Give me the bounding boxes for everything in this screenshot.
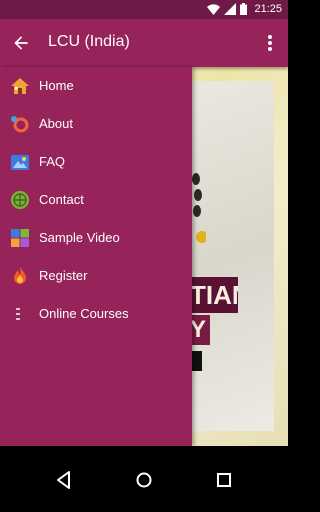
drawer-item-online-courses[interactable]: Online Courses [0, 295, 192, 333]
system-nav-bar [0, 446, 288, 512]
poster-frame [188, 81, 274, 431]
list-icon [16, 308, 20, 320]
home-icon [11, 78, 29, 94]
drawer-item-faq[interactable]: FAQ [0, 143, 192, 181]
status-time: 21:25 [254, 3, 282, 15]
app-bar: LCU (India) [0, 19, 288, 67]
fire-icon [14, 267, 26, 284]
poster-banner-2: Y [190, 315, 210, 345]
arrow-back-icon[interactable] [10, 33, 32, 53]
faq-icon [11, 155, 29, 170]
status-icons: 21:25 [207, 3, 282, 15]
drawer-item-label: Contact [39, 192, 84, 207]
signal-icon [224, 3, 237, 15]
drawer-item-label: Online Courses [39, 306, 129, 321]
drawer-item-about[interactable]: About [0, 105, 192, 143]
more-vert-icon[interactable] [262, 33, 278, 53]
navigation-drawer: Home About FAQ Contact Sample Video Regi… [0, 67, 192, 446]
back-nav-icon[interactable] [52, 468, 76, 492]
about-icon [11, 116, 29, 133]
wifi-icon [207, 3, 221, 15]
video-icon [11, 229, 29, 247]
drawer-item-sample-video[interactable]: Sample Video [0, 219, 192, 257]
app-title: LCU (India) [48, 33, 130, 50]
home-nav-icon[interactable] [132, 468, 156, 492]
contact-icon [11, 191, 29, 209]
drawer-item-label: Sample Video [39, 230, 120, 245]
poster-banner: TIAN [190, 277, 238, 313]
drawer-item-label: About [39, 116, 73, 131]
recents-nav-icon[interactable] [212, 468, 236, 492]
drawer-item-label: Register [39, 268, 88, 283]
drawer-item-label: Home [39, 78, 74, 93]
laurel-icon [192, 173, 206, 243]
drawer-item-home[interactable]: Home [0, 67, 192, 105]
status-bar: 21:25 [0, 0, 288, 19]
drawer-item-register[interactable]: Register [0, 257, 192, 295]
drawer-item-label: FAQ [39, 154, 66, 169]
drawer-item-contact[interactable]: Contact [0, 181, 192, 219]
battery-icon [240, 3, 248, 15]
